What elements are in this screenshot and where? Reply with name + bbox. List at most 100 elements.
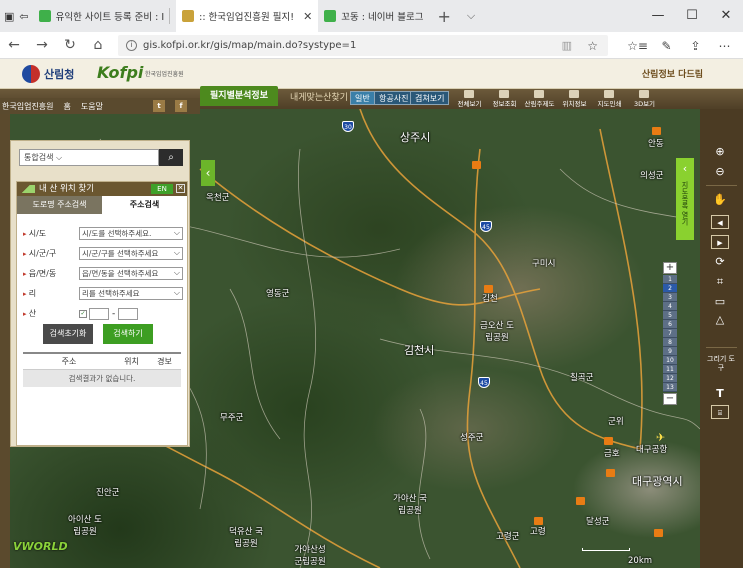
town-select[interactable]: 읍/면/동을 선택하주세요	[79, 267, 183, 280]
reset-search-button[interactable]: 검색초기화	[43, 324, 93, 344]
zoom-level-7[interactable]: 7	[663, 329, 677, 338]
maptype-general-button[interactable]: 일반	[350, 91, 375, 105]
forest-info-logo[interactable]: 산림정보 다드림	[642, 67, 703, 80]
search-icon: ⌕	[168, 152, 174, 163]
village-select[interactable]: 리를 선택하주세요	[79, 287, 183, 300]
main-lot-input[interactable]	[89, 307, 109, 320]
info-icon[interactable]: i	[126, 40, 137, 51]
close-icon[interactable]: ✕	[176, 184, 185, 193]
previous-extent-icon[interactable]: ◀	[711, 215, 729, 229]
kofpi-logo[interactable]: Kofpi	[97, 63, 143, 82]
submit-search-button[interactable]: 검색하기	[103, 324, 153, 344]
forward-button[interactable]: →	[28, 37, 56, 53]
table-row: 검색결과가 없습니다.	[23, 369, 181, 387]
mountain-icon	[21, 185, 35, 193]
close-tab-icon[interactable]: ✕	[303, 10, 312, 23]
parcel-analysis-menu[interactable]: 필지별분석정보	[200, 86, 278, 106]
browser-tab-2[interactable]: :: 한국임업진흥원 필지! ✕	[176, 0, 319, 32]
city-select[interactable]: 시/군/구를 선택하주세요	[79, 247, 183, 260]
finder-header: 내 산 위치 찾기 EN ✕	[17, 182, 187, 196]
browser-tabbar: ▣ ⇦ 유익한 사이트 등록 준비 : I :: 한국임업진흥원 필지! ✕ 꼬…	[0, 0, 743, 32]
tab-list-chevron-icon[interactable]: ⌵	[459, 9, 483, 23]
facebook-icon[interactable]: f	[175, 100, 187, 112]
tool-map-print[interactable]: 지도인쇄	[592, 89, 627, 109]
province-select[interactable]: 시/도를 선택하주세요.	[79, 227, 183, 240]
zoom-level-3[interactable]: 3	[663, 293, 677, 302]
zoom-out-button[interactable]: −	[663, 393, 677, 405]
maptype-aerial-button[interactable]: 항공사진	[374, 91, 414, 105]
tool-location-info[interactable]: 위치정보	[557, 89, 592, 109]
refresh-icon[interactable]: ⟳	[711, 255, 729, 269]
home-link[interactable]: 홈	[64, 101, 71, 112]
collapse-panel-button[interactable]: ‹	[201, 160, 215, 186]
theme-map-icon	[534, 90, 544, 98]
pen-icon[interactable]: ✎	[652, 39, 681, 53]
zoom-level-5[interactable]: 5	[663, 311, 677, 320]
search-type-select[interactable]: 통합검색 ⌵	[19, 149, 159, 166]
zoom-level-1[interactable]: 1	[663, 275, 677, 284]
interchange-marker	[576, 497, 585, 505]
tab-actions[interactable]: ▣ ⇦	[0, 0, 33, 32]
zoom-in-icon[interactable]: ⊕	[711, 145, 729, 159]
english-toggle-button[interactable]: EN	[151, 184, 173, 194]
label-tool-icon[interactable]: ⌸	[711, 405, 729, 419]
next-extent-icon[interactable]: ▶	[711, 235, 729, 249]
zoom-level-6[interactable]: 6	[663, 320, 677, 329]
zoom-out-icon[interactable]: ⊖	[711, 165, 729, 179]
close-window-button[interactable]: ✕	[709, 0, 743, 32]
maptype-overlay-button[interactable]: 겹쳐보기	[410, 91, 450, 105]
favorite-star-icon[interactable]: ☆	[587, 39, 598, 53]
crop-icon[interactable]: ⌗	[711, 275, 729, 289]
zoom-level-11[interactable]: 11	[663, 365, 677, 374]
place-label: 달성군	[586, 517, 610, 527]
results-header-row: 주소 위치 경보	[23, 352, 181, 370]
reading-view-icon[interactable]: ▥	[562, 39, 572, 52]
tab-road-address[interactable]: 도로명 주소검색	[17, 196, 102, 214]
map-list-toggle[interactable]: ‹ 지도목록 열기	[676, 158, 694, 240]
place-label: 상주시	[400, 131, 431, 144]
tab-address[interactable]: 주소검색	[102, 196, 187, 214]
help-link[interactable]: 도움말	[81, 101, 103, 112]
zoom-level-8[interactable]: 8	[663, 338, 677, 347]
tool-3d-view[interactable]: 3D보기	[627, 89, 662, 109]
share-icon[interactable]: ⇪	[681, 39, 710, 53]
zoom-level-4[interactable]: 4	[663, 302, 677, 311]
home-button[interactable]: ⌂	[84, 37, 112, 53]
refresh-button[interactable]: ↻	[56, 37, 84, 53]
favorites-icon[interactable]: ☆≡	[623, 39, 652, 53]
maximize-button[interactable]: ☐	[675, 0, 709, 32]
minimize-button[interactable]: —	[641, 0, 675, 32]
place-label: 가야산 국립공원	[393, 494, 427, 516]
new-tab-button[interactable]: +	[429, 7, 458, 26]
vworld-v: V	[13, 540, 22, 553]
forest-service-logo[interactable]: 산림청	[22, 65, 74, 83]
zoom-in-button[interactable]: +	[663, 262, 677, 274]
twitter-icon[interactable]: t	[153, 100, 165, 112]
zoom-level-9[interactable]: 9	[663, 347, 677, 356]
zoom-levels[interactable]: 1 2 3 4 5 6 7 8 9 10 11 12 13	[663, 275, 677, 392]
url-field[interactable]: i gis.kofpi.or.kr/gis/map/main.do?systyp…	[118, 35, 608, 56]
mountain-checkbox[interactable]: ✓	[79, 309, 87, 318]
search-button[interactable]: ⌕	[159, 149, 183, 166]
find-mountain-menu[interactable]: 내게맞는산찾기	[290, 89, 348, 107]
tool-forest-theme-map[interactable]: 산림주제도	[522, 89, 557, 109]
zoom-level-2[interactable]: 2	[663, 284, 677, 293]
measure-distance-icon[interactable]: ▭	[711, 295, 729, 309]
village-label: 리	[23, 288, 79, 299]
sub-lot-input[interactable]	[118, 307, 139, 320]
zoom-level-12[interactable]: 12	[663, 374, 677, 383]
search-type-label: 통합검색	[24, 153, 54, 162]
browser-tab-3[interactable]: 꼬동 : 네이버 블로그	[318, 0, 429, 32]
right-toolbar: ⊕ ⊖ ✋ ◀ ▶ ⟳ ⌗ ▭ △ 그리기 도구 T ⌸	[700, 109, 743, 568]
measure-area-icon[interactable]: △	[711, 313, 729, 327]
tool-info-query[interactable]: 정보조회	[487, 89, 522, 109]
zoom-level-13[interactable]: 13	[663, 383, 677, 392]
zoom-level-10[interactable]: 10	[663, 356, 677, 365]
site-name-link[interactable]: 한국임업진흥원	[2, 101, 54, 112]
pan-hand-icon[interactable]: ✋	[711, 193, 729, 207]
browser-tab-1[interactable]: 유익한 사이트 등록 준비 : I	[33, 0, 177, 32]
more-icon[interactable]: ⋯	[710, 39, 739, 53]
tool-full-view[interactable]: 전체보기	[452, 89, 487, 109]
text-tool-icon[interactable]: T	[711, 387, 729, 401]
back-button[interactable]: ←	[0, 37, 28, 53]
